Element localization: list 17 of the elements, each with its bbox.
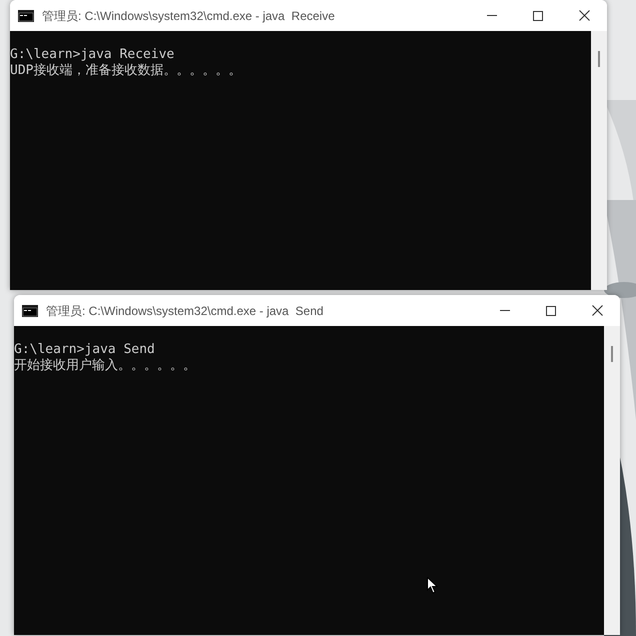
- minimize-icon: [500, 310, 510, 311]
- close-icon: [578, 10, 590, 21]
- maximize-icon: [546, 306, 556, 316]
- console-icon: [18, 10, 34, 22]
- mouse-pointer-icon: [427, 577, 438, 594]
- minimize-icon: [487, 15, 497, 16]
- console-line: 开始接收用户输入。。。。。。: [14, 358, 197, 374]
- maximize-icon: [533, 10, 543, 20]
- console-line: G:\learn>java Send: [14, 342, 156, 358]
- window-title: 管理员: C:\Windows\system32\cmd.exe - java Receive: [42, 8, 335, 24]
- window-title: 管理员: C:\Windows\system32\cmd.exe - java Send: [46, 302, 324, 320]
- console-line: UDP接收端，准备接收数据。。。。。。: [10, 63, 242, 79]
- console-icon: [22, 304, 38, 316]
- scrollbar[interactable]: [604, 326, 620, 635]
- console-line: G:\learn>java Receive: [10, 47, 176, 63]
- close-icon: [592, 305, 602, 316]
- scrollbar[interactable]: [591, 31, 607, 290]
